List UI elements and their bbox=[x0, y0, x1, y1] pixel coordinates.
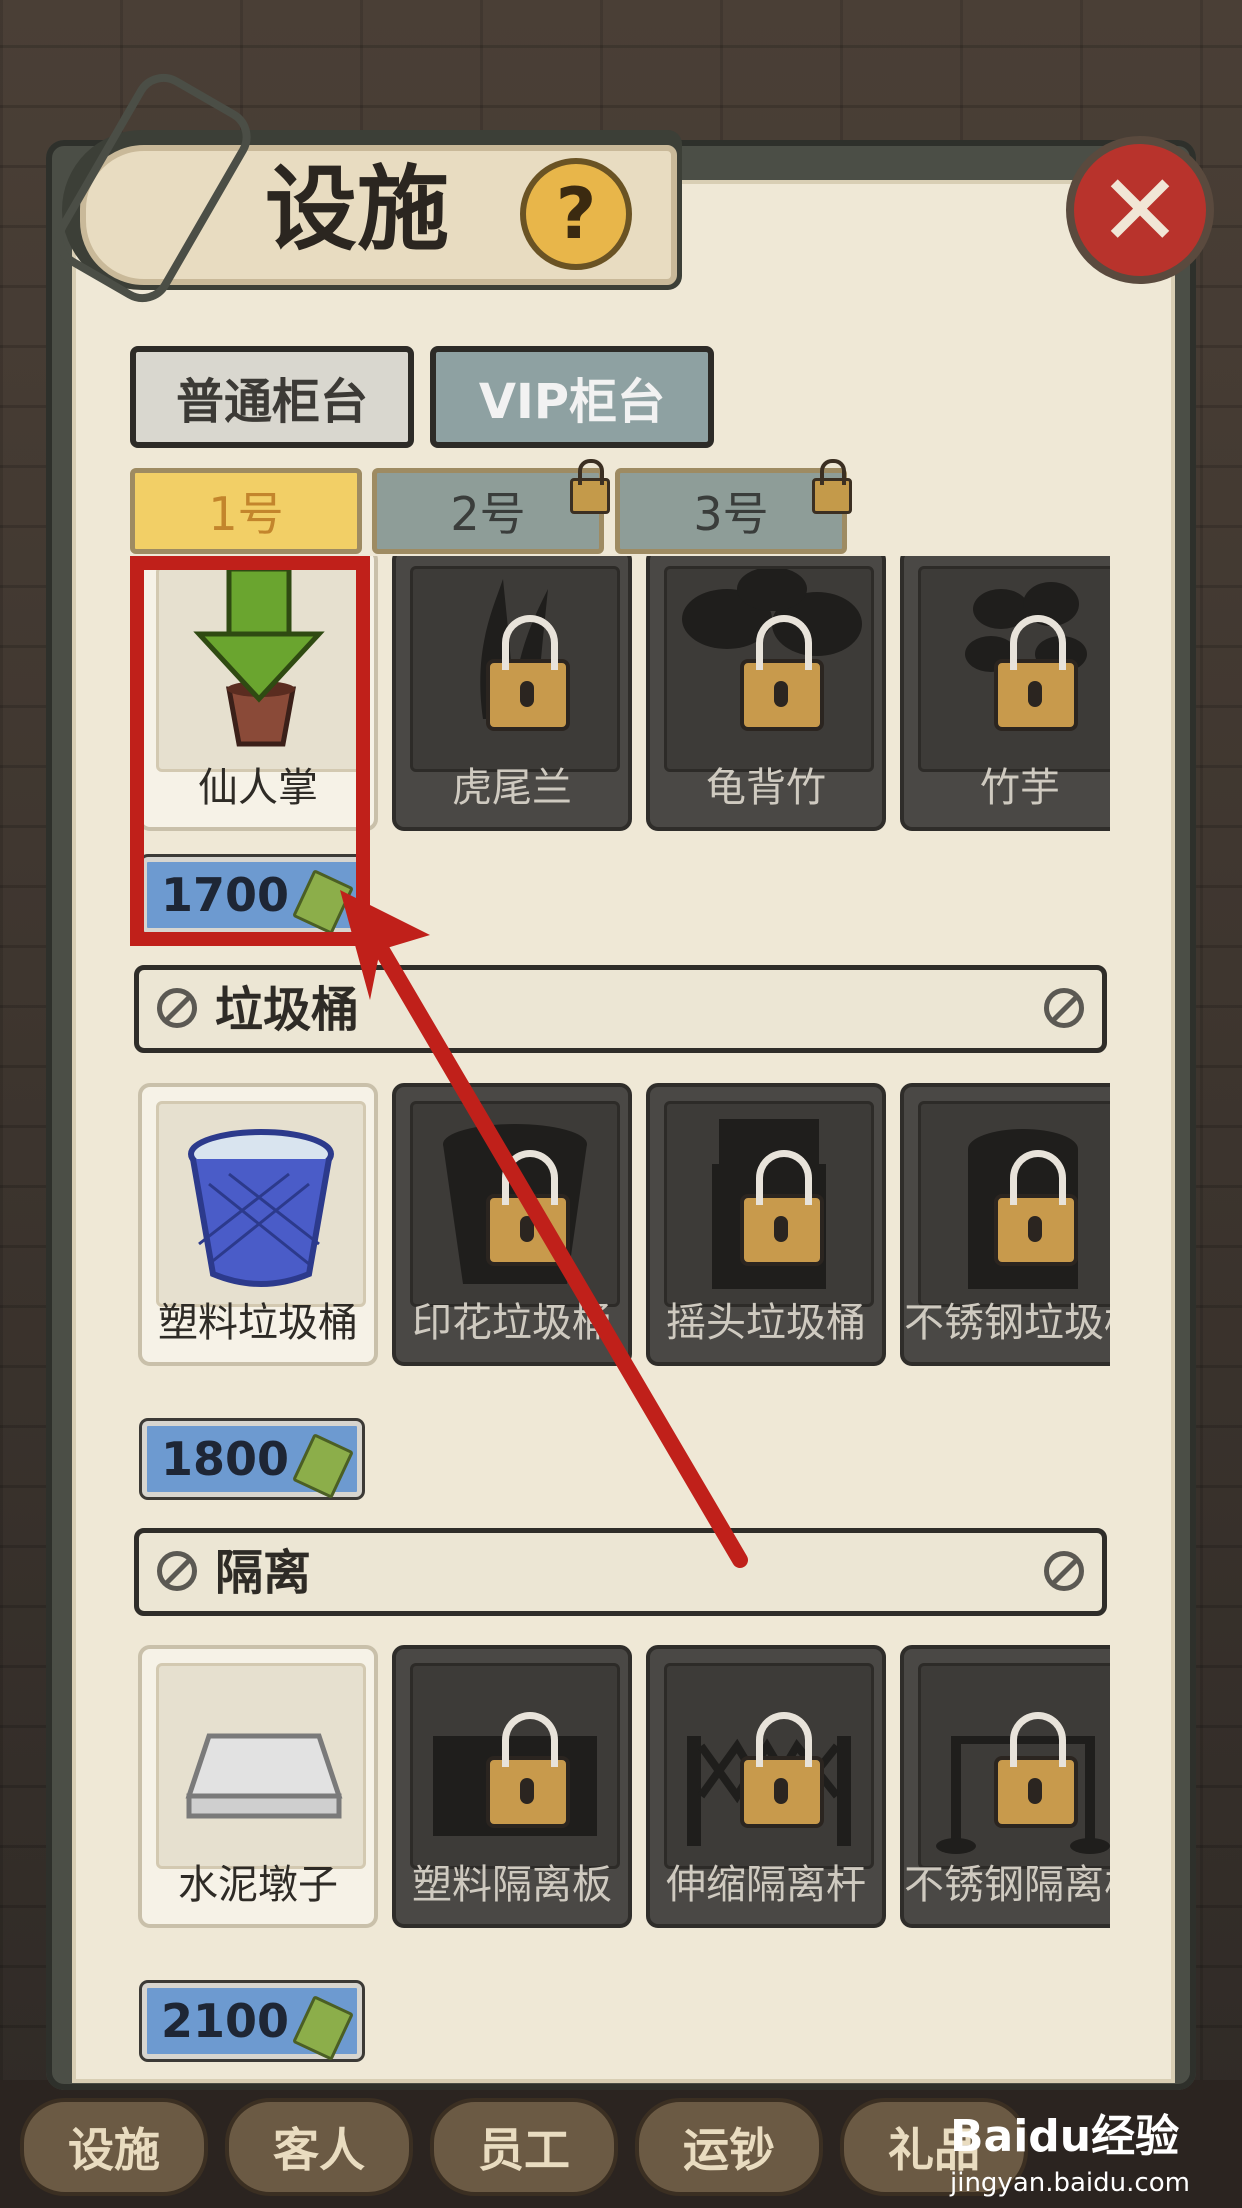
watermark-url: jingyan.baidu.com bbox=[950, 2168, 1190, 2198]
watermark: Baidu经验 jingyan.baidu.com bbox=[950, 2100, 1230, 2198]
annotation-arrow-head bbox=[340, 890, 430, 1000]
annotation-arrow-line bbox=[362, 922, 748, 1568]
annotation-arrow-overlay bbox=[340, 890, 748, 1568]
watermark-text: Baidu经验 bbox=[950, 2111, 1180, 2162]
